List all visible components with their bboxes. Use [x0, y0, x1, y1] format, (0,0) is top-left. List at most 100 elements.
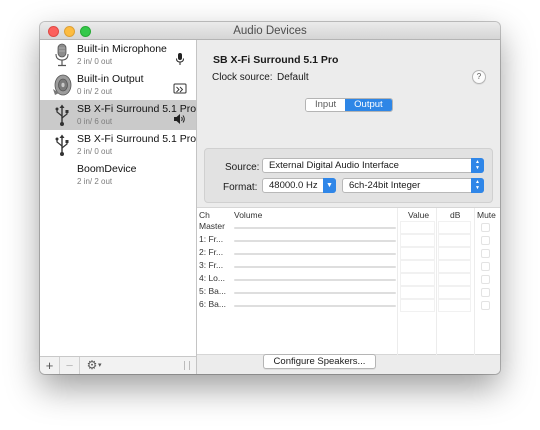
source-label: Source: [225, 162, 260, 173]
device-name: Built-in Microphone [77, 43, 167, 55]
chevron-down-icon[interactable]: ▾ [98, 357, 102, 374]
audio-devices-window: Audio Devices Built-in Microphone 2 in/ … [40, 22, 500, 374]
volume-slider[interactable] [234, 227, 396, 229]
up-down-stepper-icon: ▲ ▼ [471, 178, 484, 193]
mute-checkbox[interactable] [481, 249, 490, 258]
mute-checkbox[interactable] [481, 262, 490, 271]
mute-checkbox[interactable] [481, 236, 490, 245]
source-value: External Digital Audio Interface [269, 160, 399, 171]
device-io: 2 in/ 2 out [77, 177, 113, 186]
tab-output[interactable]: Output [345, 99, 392, 111]
microphone-icon [50, 43, 74, 67]
device-item-built-in-microphone[interactable]: Built-in Microphone 2 in/ 0 out [40, 40, 196, 70]
channel-label: 5: Ba... [199, 286, 226, 296]
device-title: SB X-Fi Surround 5.1 Pro [213, 54, 339, 66]
device-io: 2 in/ 0 out [77, 147, 113, 156]
value-field[interactable] [400, 260, 435, 273]
device-item-built-in-output[interactable]: Built-in Output 0 in/ 2 out [40, 70, 196, 100]
device-list: Built-in Microphone 2 in/ 0 out Built-in… [40, 40, 197, 356]
header-volume: Volume [234, 210, 263, 220]
table-row: 5: Ba... [197, 286, 500, 299]
clock-source-value[interactable]: Default [277, 72, 309, 83]
volume-slider[interactable] [234, 305, 396, 307]
db-field[interactable] [438, 234, 471, 247]
format-label: Format: [223, 182, 258, 193]
resize-grip[interactable] [184, 361, 190, 370]
mute-checkbox[interactable] [481, 301, 490, 310]
help-button[interactable]: ? [472, 70, 486, 84]
display-port-icon [173, 82, 187, 96]
minimize-button[interactable] [64, 26, 75, 37]
channel-label: 4: Lo... [199, 273, 225, 283]
volume-slider[interactable] [234, 240, 396, 242]
value-field[interactable] [400, 299, 435, 312]
value-field[interactable] [400, 234, 435, 247]
speaker-volume-icon [173, 112, 187, 126]
speaker-icon [50, 73, 74, 97]
volume-slider[interactable] [234, 279, 396, 281]
bit-depth-value: 6ch-24bit Integer [349, 180, 421, 191]
channel-label: 3: Fr... [199, 260, 224, 270]
format-settings-box: Source: External Digital Audio Interface… [204, 148, 493, 203]
device-name: BoomDevice [77, 163, 137, 175]
device-io: 0 in/ 6 out [77, 117, 113, 126]
device-item-sb-xfi-input[interactable]: SB X-Fi Surround 5.1 Pro 2 in/ 0 out [40, 130, 196, 160]
up-down-stepper-icon: ▲ ▼ [471, 158, 484, 173]
volume-slider[interactable] [234, 253, 396, 255]
device-io: 2 in/ 0 out [77, 57, 113, 66]
value-field[interactable] [400, 221, 435, 234]
volume-slider[interactable] [234, 292, 396, 294]
db-field[interactable] [438, 247, 471, 260]
add-device-button[interactable]: + [40, 357, 60, 374]
table-row: 1: Fr... [197, 234, 500, 247]
header-db: dB [450, 210, 461, 220]
volume-table: Ch Volume Value dB Mute Master 1: Fr... … [197, 207, 500, 356]
configure-speakers-button[interactable]: Configure Speakers... [263, 354, 376, 369]
db-field[interactable] [438, 299, 471, 312]
device-io: 0 in/ 2 out [77, 87, 113, 96]
value-field[interactable] [400, 247, 435, 260]
device-name: SB X-Fi Surround 5.1 Pro [77, 133, 197, 145]
input-output-tabs: Input Output [305, 98, 393, 112]
channel-label: 1: Fr... [199, 234, 224, 244]
db-field[interactable] [438, 273, 471, 286]
table-row: Master [197, 221, 500, 234]
value-field[interactable] [400, 286, 435, 299]
header-value: Value [408, 210, 430, 220]
db-field[interactable] [438, 221, 471, 234]
table-row: 3: Fr... [197, 260, 500, 273]
channel-label: 2: Fr... [199, 247, 224, 257]
sample-rate-value: 48000.0 Hz [269, 180, 318, 191]
table-row: 2: Fr... [197, 247, 500, 260]
device-name: Built-in Output [77, 73, 144, 85]
db-field[interactable] [438, 286, 471, 299]
bit-depth-select[interactable]: 6ch-24bit Integer ▲ ▼ [342, 178, 484, 193]
table-row: 6: Ba... [197, 299, 500, 312]
header-mute: Mute [477, 210, 496, 220]
close-button[interactable] [48, 26, 59, 37]
device-item-boomdevice[interactable]: BoomDevice 2 in/ 2 out [40, 160, 196, 190]
microphone-status-icon [173, 52, 187, 66]
db-field[interactable] [438, 260, 471, 273]
channel-label: 6: Ba... [199, 299, 226, 309]
device-detail-panel: SB X-Fi Surround 5.1 Pro Clock source: D… [197, 40, 500, 374]
window-title: Audio Devices [233, 25, 307, 37]
mute-checkbox[interactable] [481, 288, 490, 297]
zoom-button[interactable] [80, 26, 91, 37]
tab-input[interactable]: Input [306, 99, 346, 111]
device-list-toolbar: + − ⚙ ▾ [40, 356, 197, 374]
remove-device-button[interactable]: − [60, 357, 80, 374]
sample-rate-select[interactable]: 48000.0 Hz ▼ [262, 178, 336, 193]
usb-icon [50, 133, 74, 157]
volume-slider[interactable] [234, 266, 396, 268]
source-select[interactable]: External Digital Audio Interface ▲ ▼ [262, 158, 484, 173]
value-field[interactable] [400, 273, 435, 286]
clock-source-label: Clock source: [212, 72, 273, 83]
table-row: 4: Lo... [197, 273, 500, 286]
chevron-down-icon: ▼ [323, 178, 336, 193]
mute-checkbox[interactable] [481, 223, 490, 232]
mute-checkbox[interactable] [481, 275, 490, 284]
device-item-sb-xfi-output[interactable]: SB X-Fi Surround 5.1 Pro 0 in/ 6 out [40, 100, 196, 130]
title-bar: Audio Devices [40, 22, 500, 40]
usb-icon [50, 103, 74, 127]
